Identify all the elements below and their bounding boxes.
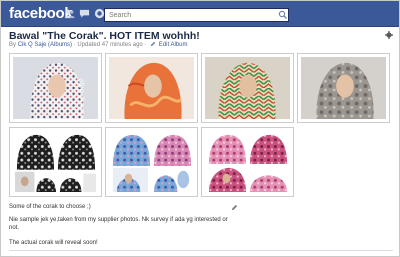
- by-prefix: By: [9, 42, 17, 48]
- caption-line-1: Some of the corak to choose ;): [9, 204, 91, 210]
- page-frame: facebook Search Bawal "The Corak". HOT I…: [0, 0, 400, 257]
- photo-thumb-4[interactable]: [297, 53, 390, 123]
- caption-line-2: Nie sample jek ye,taken from my supplier…: [9, 217, 228, 223]
- caption-line-4: The actual corak will reveal soon!: [9, 240, 98, 246]
- photo-1: Cik Q Saje: [13, 57, 98, 119]
- photo-5: [13, 131, 98, 193]
- photo-thumb-2[interactable]: [105, 53, 198, 123]
- divider: [9, 250, 393, 251]
- messages-icon[interactable]: [79, 8, 90, 19]
- photo-6: [109, 131, 194, 193]
- caption-line-3: not.: [9, 225, 20, 231]
- photo-thumb-1[interactable]: Cik Q Saje: [9, 53, 102, 123]
- photo-thumb-3[interactable]: [201, 53, 294, 123]
- album-meta: By Cik Q Saje (Albums) · Updated 47 minu…: [9, 41, 187, 48]
- photo-4: [301, 57, 386, 119]
- gear-icon[interactable]: [385, 31, 393, 39]
- photo-thumb-6[interactable]: [105, 127, 198, 197]
- photo-7: [205, 131, 290, 193]
- photo-thumb-5[interactable]: [9, 127, 102, 197]
- photo-2: [109, 57, 194, 119]
- friend-requests-icon[interactable]: [64, 8, 75, 19]
- nav-jewels: [64, 8, 105, 19]
- top-bar: facebook Search: [1, 1, 399, 27]
- search-input[interactable]: Search: [104, 8, 289, 22]
- edit-album-link[interactable]: Edit Album: [159, 42, 188, 48]
- photo-thumb-7[interactable]: [201, 127, 294, 197]
- search-icon[interactable]: [278, 9, 288, 21]
- pencil-icon: [150, 41, 156, 47]
- edit-pencil-icon[interactable]: [231, 204, 238, 211]
- facebook-logo[interactable]: facebook: [9, 5, 73, 22]
- watermark-text: Cik Q Saje: [76, 78, 85, 115]
- updated-text: · Updated 47 minutes ago ·: [73, 42, 147, 48]
- album-owner-link[interactable]: Cik Q Saje (Albums): [18, 42, 72, 48]
- photo-3: [205, 57, 290, 119]
